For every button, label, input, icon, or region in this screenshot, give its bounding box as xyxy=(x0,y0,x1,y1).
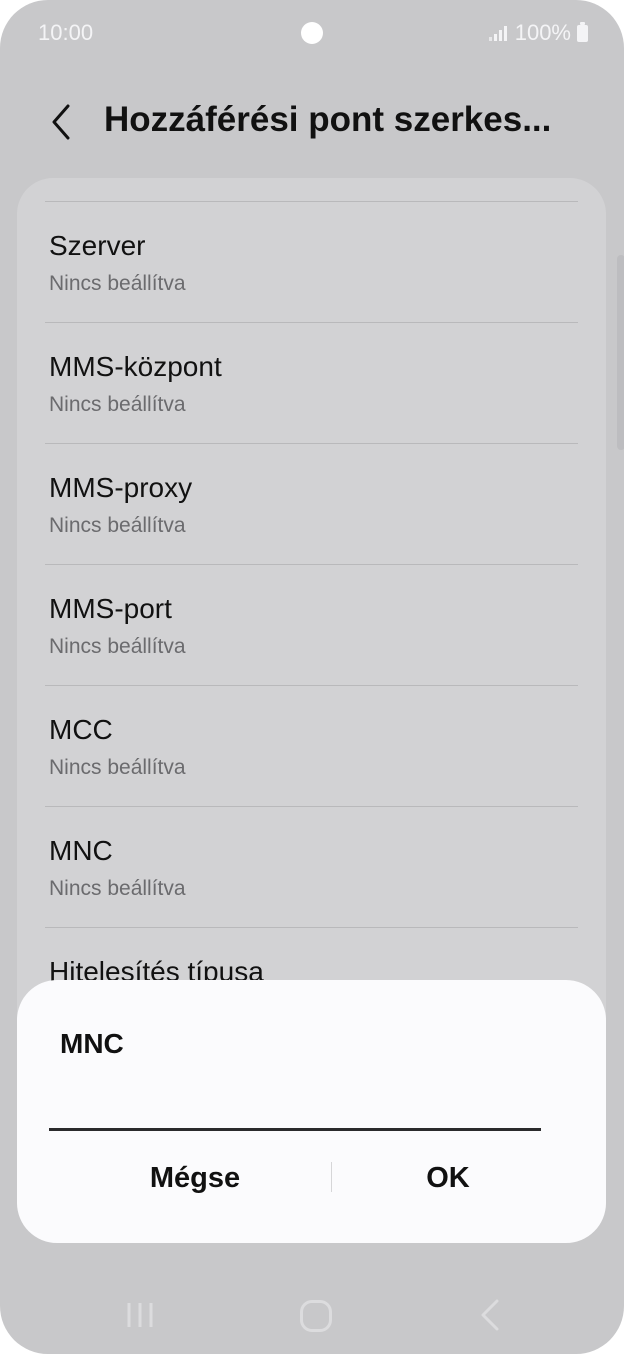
list-item-server[interactable]: Szerver Nincs beállítva xyxy=(17,202,606,322)
nav-back-icon xyxy=(481,1299,499,1331)
list-item-mnc[interactable]: MNC Nincs beállítva xyxy=(17,807,606,927)
cancel-button[interactable]: Mégse xyxy=(65,1158,325,1198)
settings-list: Szerver Nincs beállítva MMS-központ Ninc… xyxy=(17,178,606,1078)
item-title: MMS-központ xyxy=(49,351,222,382)
list-item-mcc[interactable]: MCC Nincs beállítva xyxy=(17,686,606,806)
battery-icon xyxy=(577,21,588,42)
home-button[interactable] xyxy=(300,1300,332,1332)
page-title: Hozzáférési pont szerkes... xyxy=(104,100,552,139)
item-title: MCC xyxy=(49,714,113,745)
ok-button[interactable]: OK xyxy=(318,1158,578,1198)
list-item-mms-center[interactable]: MMS-központ Nincs beállítva xyxy=(17,323,606,443)
nav-back-button[interactable] xyxy=(477,1298,503,1332)
chevron-left-icon xyxy=(52,104,70,140)
camera-cutout xyxy=(301,22,323,44)
status-indicators: 100% xyxy=(488,20,588,46)
item-value: Nincs beállítva xyxy=(49,635,186,658)
list-item-mms-port[interactable]: MMS-port Nincs beállítva xyxy=(17,565,606,685)
signal-icon xyxy=(488,25,507,41)
phone-screen: 10:00 100% Hozzáférési pont szerkes... S… xyxy=(0,0,624,1354)
recent-apps-button[interactable] xyxy=(126,1301,156,1329)
item-title: MMS-port xyxy=(49,593,172,624)
status-bar: 10:00 100% xyxy=(0,0,624,64)
item-title: MMS-proxy xyxy=(49,472,193,503)
item-value: Nincs beállítva xyxy=(49,272,186,295)
scrollbar[interactable] xyxy=(617,255,624,450)
back-button[interactable] xyxy=(40,100,84,144)
battery-percentage: 100% xyxy=(514,20,571,45)
item-value: Nincs beállítva xyxy=(49,756,186,779)
item-value: Nincs beállítva xyxy=(49,393,186,416)
item-value: Nincs beállítva xyxy=(49,514,186,537)
dialog-title: MNC xyxy=(60,1028,124,1059)
item-value: Nincs beállítva xyxy=(49,877,186,900)
mnc-input[interactable] xyxy=(49,1090,541,1131)
navigation-bar xyxy=(0,1280,624,1354)
item-title: MNC xyxy=(49,835,113,866)
item-title: Szerver xyxy=(49,230,146,261)
list-item-mms-proxy[interactable]: MMS-proxy Nincs beállítva xyxy=(17,444,606,564)
recent-apps-icon xyxy=(127,1303,153,1327)
status-time: 10:00 xyxy=(38,20,94,45)
